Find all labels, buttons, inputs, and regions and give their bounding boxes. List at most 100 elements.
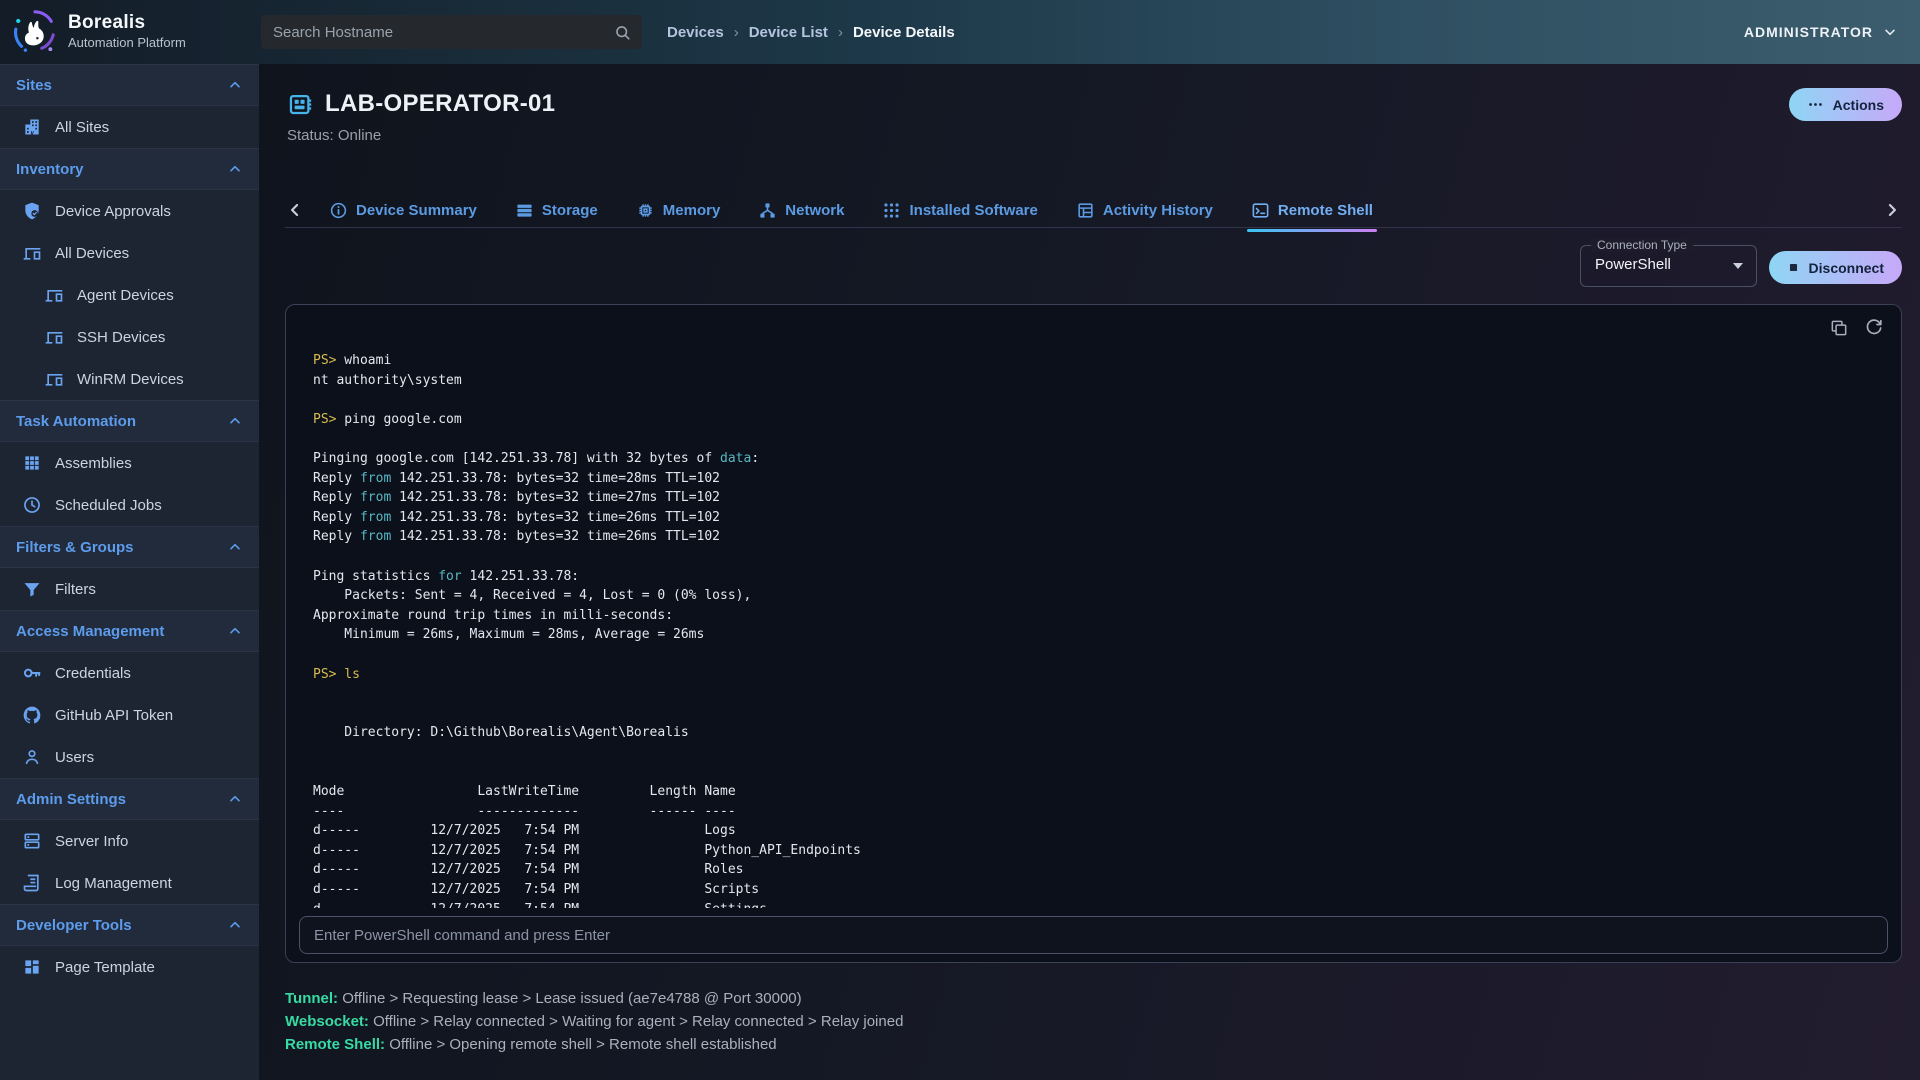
disconnect-button[interactable]: Disconnect <box>1769 251 1902 284</box>
connection-type-select[interactable]: Connection Type PowerShell <box>1580 245 1757 287</box>
sidebar-section-sites[interactable]: Sites <box>0 64 259 106</box>
tab-label: Device Summary <box>356 202 477 219</box>
logo[interactable]: Borealis Automation Platform <box>12 8 186 54</box>
breadcrumb-item-device-details[interactable]: Device Details <box>853 24 955 41</box>
borealis-rabbit-logo-icon <box>12 8 58 54</box>
terminal-line: PS> whoami <box>313 351 1847 371</box>
building-icon <box>22 117 42 137</box>
sidebar-section-label: Access Management <box>16 623 164 640</box>
tab-memory[interactable]: Memory <box>634 195 723 226</box>
sidebar-section-label: Task Automation <box>16 413 136 430</box>
sidebar-item-scheduled-jobs[interactable]: Scheduled Jobs <box>0 484 259 526</box>
sidebar-item-github-api-token[interactable]: GitHub API Token <box>0 694 259 736</box>
terminal-line: Pinging google.com [142.251.33.78] with … <box>313 449 1847 469</box>
user-menu[interactable]: ADMINISTRATOR <box>1744 0 1898 64</box>
sidebar-section-label: Admin Settings <box>16 791 126 808</box>
tab-network[interactable]: Network <box>756 195 846 226</box>
sidebar-item-label: GitHub API Token <box>55 707 173 724</box>
tab-storage[interactable]: Storage <box>513 195 600 226</box>
breadcrumb-item-devices[interactable]: Devices <box>667 24 724 41</box>
terminal-output[interactable]: PS> whoamint authority\systemPS> ping go… <box>313 351 1847 908</box>
breadcrumb-separator: › <box>734 24 739 41</box>
device-chip-icon <box>287 91 314 118</box>
apps-icon <box>882 201 901 220</box>
tab-installed-software[interactable]: Installed Software <box>880 195 1039 226</box>
tab-label: Activity History <box>1103 202 1213 219</box>
sidebar-item-label: All Sites <box>55 119 109 136</box>
sidebar-item-label: Page Template <box>55 959 155 976</box>
breadcrumb-item-device-list[interactable]: Device List <box>749 24 828 41</box>
connection-type-value: PowerShell <box>1595 256 1671 273</box>
terminal-line: d----- 12/7/2025 7:54 PM Python_API_Endp… <box>313 841 1847 861</box>
search-input[interactable] <box>273 24 613 41</box>
terminal-line: Ping statistics for 142.251.33.78: <box>313 567 1847 587</box>
key-icon <box>22 663 42 683</box>
chevron-up-icon <box>227 917 243 933</box>
sidebar-section-admin-settings[interactable]: Admin Settings <box>0 778 259 820</box>
sidebar-item-all-sites[interactable]: All Sites <box>0 106 259 148</box>
sidebar-section-label: Filters & Groups <box>16 539 134 556</box>
tabs-scroll-right-button[interactable] <box>1882 200 1902 220</box>
terminal-line: Approximate round trip times in milli-se… <box>313 606 1847 626</box>
chevron-up-icon <box>227 413 243 429</box>
sidebar-section-developer-tools[interactable]: Developer Tools <box>0 904 259 946</box>
tab-device-summary[interactable]: Device Summary <box>327 195 479 226</box>
sidebar-item-credentials[interactable]: Credentials <box>0 652 259 694</box>
sidebar-item-label: Filters <box>55 581 96 598</box>
sidebar-section-filters-groups[interactable]: Filters & Groups <box>0 526 259 568</box>
sidebar-item-page-template[interactable]: Page Template <box>0 946 259 988</box>
terminal-line: Reply from 142.251.33.78: bytes=32 time=… <box>313 527 1847 547</box>
sidebar-section-task-automation[interactable]: Task Automation <box>0 400 259 442</box>
sidebar-section-access-management[interactable]: Access Management <box>0 610 259 652</box>
app-root: Borealis Automation Platform Devices › Dev… <box>0 0 1920 1080</box>
devices-icon <box>44 327 64 347</box>
sidebar-item-winrm-devices[interactable]: WinRM Devices <box>0 358 259 400</box>
chevron-up-icon <box>227 77 243 93</box>
sidebar-item-label: Device Approvals <box>55 203 171 220</box>
sidebar-section-inventory[interactable]: Inventory <box>0 148 259 190</box>
tabs: Device Summary Storage Memory Network Instal… <box>327 195 1375 226</box>
log-icon <box>22 873 42 893</box>
more-dots-icon <box>1807 96 1824 113</box>
terminal-line <box>313 762 1847 782</box>
sidebar-item-label: Scheduled Jobs <box>55 497 162 514</box>
status-feed: Tunnel: Offline > Requesting lease > Lea… <box>285 990 903 1059</box>
sidebar-item-device-approvals[interactable]: Device Approvals <box>0 190 259 232</box>
sidebar-item-users[interactable]: Users <box>0 736 259 778</box>
tab-remote-shell[interactable]: Remote Shell <box>1249 195 1375 226</box>
sidebar-item-label: Users <box>55 749 94 766</box>
sidebar-item-all-devices[interactable]: All Devices <box>0 232 259 274</box>
logo-text: Borealis Automation Platform <box>68 12 186 50</box>
actions-button[interactable]: Actions <box>1789 88 1902 121</box>
shield-approve-icon <box>22 201 42 221</box>
copy-icon[interactable] <box>1829 318 1849 338</box>
terminal-line: PS> ping google.com <box>313 410 1847 430</box>
status-line-tunnel: Tunnel: Offline > Requesting lease > Lea… <box>285 990 903 1013</box>
terminal-line: PS> ls <box>313 665 1847 685</box>
terminal-line <box>313 743 1847 763</box>
terminal-line: Minimum = 26ms, Maximum = 28ms, Average … <box>313 625 1847 645</box>
main-content: LAB-OPERATOR-01 Status: Online Actions D… <box>259 64 1920 1080</box>
search-box[interactable] <box>261 15 642 49</box>
terminal-command-input[interactable] <box>300 917 1887 953</box>
tab-label: Installed Software <box>909 202 1037 219</box>
tab-activity-history[interactable]: Activity History <box>1074 195 1215 226</box>
sidebar-item-log-management[interactable]: Log Management <box>0 862 259 904</box>
sidebar-item-filters[interactable]: Filters <box>0 568 259 610</box>
terminal-line: Mode LastWriteTime Length Name <box>313 782 1847 802</box>
sidebar-item-agent-devices[interactable]: Agent Devices <box>0 274 259 316</box>
sidebar-item-label: Assemblies <box>55 455 132 472</box>
sidebar-item-assemblies[interactable]: Assemblies <box>0 442 259 484</box>
storage-icon <box>515 201 534 220</box>
refresh-icon[interactable] <box>1864 318 1884 338</box>
chevron-down-icon <box>1882 24 1898 40</box>
sidebar-section-label: Inventory <box>16 161 84 178</box>
sidebar-item-ssh-devices[interactable]: SSH Devices <box>0 316 259 358</box>
chevron-up-icon <box>227 539 243 555</box>
sidebar-item-server-info[interactable]: Server Info <box>0 820 259 862</box>
disconnect-label: Disconnect <box>1809 260 1884 276</box>
tab-label: Storage <box>542 202 598 219</box>
tabs-scroll-left-button[interactable] <box>285 200 305 220</box>
terminal-line: Reply from 142.251.33.78: bytes=32 time=… <box>313 488 1847 508</box>
status-label: Remote Shell: <box>285 1036 385 1053</box>
